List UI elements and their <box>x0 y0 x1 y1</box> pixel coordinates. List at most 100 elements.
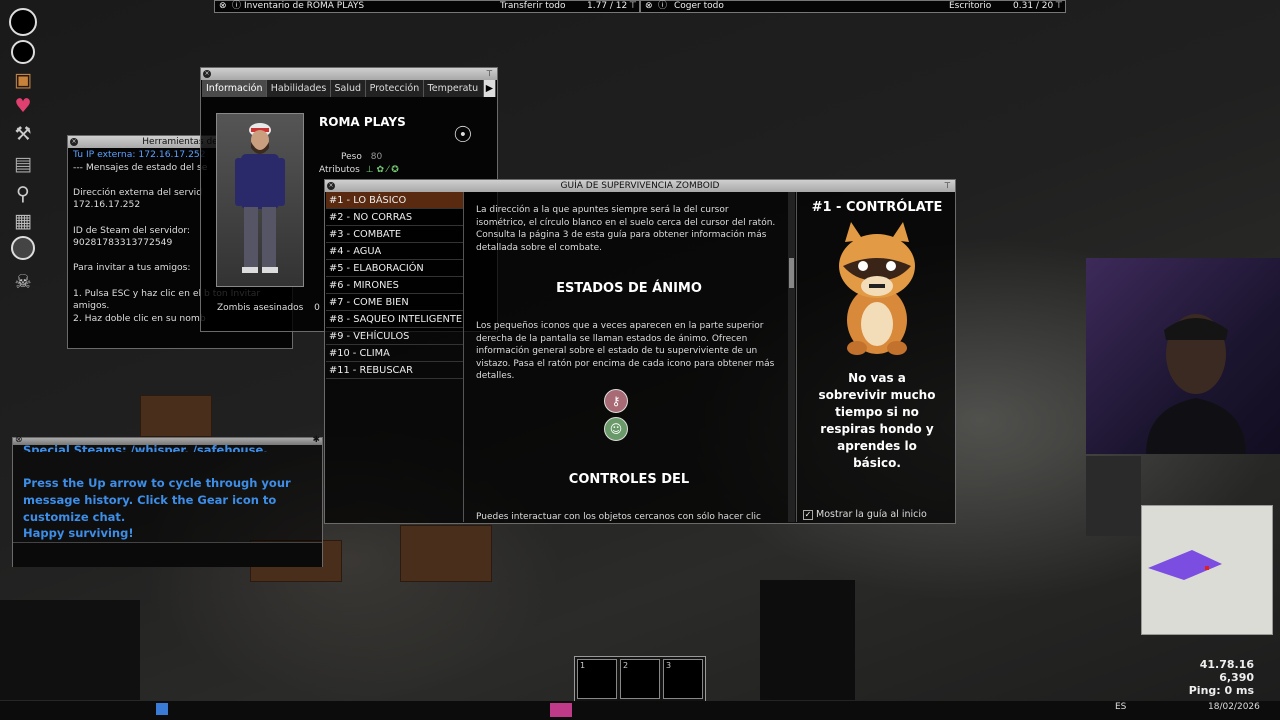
section-text-moodles: Los pequeños iconos que a veces aparecen… <box>476 321 775 381</box>
guide-chapter-list: #1 - LO BÁSICO #2 - NO CORRAS #3 - COMBA… <box>326 192 464 522</box>
section-title-moodles: ESTADOS DE ÁNIMO <box>556 281 702 296</box>
health-status-icon[interactable] <box>9 8 37 36</box>
pin-icon[interactable]: ⊤ <box>486 68 493 80</box>
weight-label: Peso <box>341 152 362 162</box>
checkbox-checked-icon[interactable]: ✓ <box>803 510 813 520</box>
hunger-moodle-icon: ⚷ <box>604 389 628 413</box>
map-icon[interactable]: ▦ <box>9 207 37 235</box>
section-title-controls: CONTROLES DEL <box>568 472 690 487</box>
crafting-tools-icon[interactable]: ⚒ <box>9 120 37 148</box>
tab-salud[interactable]: Salud <box>330 80 366 97</box>
guide-chapter-5[interactable]: #5 - ELABORACIÓN <box>326 260 463 277</box>
kills-value: 0 <box>314 303 320 313</box>
chat-line: Happy surviving! <box>23 526 134 540</box>
close-icon[interactable]: ⊗ <box>219 1 227 12</box>
admin-icon[interactable] <box>11 236 35 260</box>
kills-label: Zombis asesinados <box>217 303 304 313</box>
ping: Ping: 0 ms <box>1188 684 1254 697</box>
chat-panel[interactable]: ⊗ ✱ Special Steams: /whisper, /safehouse… <box>12 435 323 567</box>
hotbar-slot-number: 1 <box>580 661 586 670</box>
coords-readout: 41.78.16 6,390 Ping: 0 ms <box>1189 658 1254 697</box>
guide-chapter-9[interactable]: #9 - VEHÍCULOS <box>326 328 463 345</box>
guide-chapter-3[interactable]: #3 - COMBATE <box>326 226 463 243</box>
heart-icon[interactable]: ♥ <box>9 92 37 120</box>
guide-chapter-4[interactable]: #4 - AGUA <box>326 243 463 260</box>
pin-icon[interactable]: ⊤ <box>1055 1 1063 12</box>
tab-temperatura[interactable]: Temperatu <box>423 80 484 97</box>
guide-chapter-10[interactable]: #10 - CLIMA <box>326 345 463 362</box>
inventory-box-icon[interactable]: ▣ <box>9 66 37 94</box>
character-name: ROMA PLAYS <box>319 115 406 129</box>
status-circle-icon[interactable] <box>11 40 35 64</box>
guide-chapter-1[interactable]: #1 - LO BÁSICO <box>326 192 463 209</box>
hotbar-slot-3[interactable]: 3 <box>663 659 703 699</box>
show-on-start-label: Mostrar la guía al inicio <box>816 509 927 520</box>
inventory-weight: 1.77 / 12 <box>587 1 628 11</box>
scrollbar-thumb[interactable] <box>789 258 794 288</box>
show-on-start-option[interactable]: ✓ Mostrar la guía al inicio <box>803 509 927 520</box>
close-icon[interactable]: ⊗ <box>645 1 653 12</box>
guide-chapter-8[interactable]: #8 - SAQUEO INTELIGENTE <box>326 311 463 328</box>
windows-start-icon[interactable] <box>156 703 168 715</box>
guide-chapter-11[interactable]: #11 - REBUSCAR <box>326 362 463 379</box>
guide-title: GUÍA DE SUPERVIVENCIA ZOMBOID <box>560 181 720 191</box>
tab-scroll-right-icon[interactable]: ▶ <box>483 80 496 97</box>
hotbar-slot-2[interactable]: 2 <box>620 659 660 699</box>
character-titlebar[interactable]: × ⊤ <box>201 68 497 80</box>
pin-icon[interactable]: ⊤ <box>944 180 951 192</box>
guide-chapter-6[interactable]: #6 - MIRONES <box>326 277 463 294</box>
minimap-canvas <box>1148 550 1222 580</box>
hotbar-slot-number: 3 <box>666 661 672 670</box>
world-object <box>1086 456 1141 536</box>
pin-icon[interactable]: ⊤ <box>629 1 637 12</box>
close-icon[interactable]: × <box>203 70 211 78</box>
guide-sidebar: #1 - CONTRÓLATE No vas a sobrevivir much… <box>796 192 957 522</box>
webcam-overlay <box>1086 258 1280 454</box>
attributes-label: Atributos <box>319 165 360 175</box>
loot-all-button[interactable]: Coger todo <box>674 1 724 12</box>
guide-scrollbar[interactable] <box>788 192 795 522</box>
weight-value: 80 <box>370 152 383 162</box>
tab-proteccion[interactable]: Protección <box>365 80 424 97</box>
container-name: Escritorio <box>949 1 992 11</box>
world-crate <box>400 525 492 582</box>
tab-habilidades[interactable]: Habilidades <box>266 80 331 97</box>
taskbar-date: 18/02/2026 <box>1208 702 1260 712</box>
survival-guide-panel[interactable]: × GUÍA DE SUPERVIVENCIA ZOMBOID ⊤ #1 - L… <box>324 179 956 524</box>
search-icon[interactable]: ⚲ <box>9 180 37 208</box>
info-icon[interactable]: ⓘ <box>232 1 241 12</box>
minimap[interactable] <box>1141 505 1273 635</box>
loot-bar[interactable]: ⊗ ⓘ Coger todo Escritorio 0.31 / 20 ⊤ <box>640 0 1066 13</box>
coord-secondary: 6,390 <box>1219 671 1254 684</box>
language-indicator[interactable]: ES <box>1115 702 1126 712</box>
skull-icon[interactable]: ☠ <box>9 268 37 296</box>
survivor-avatar-icon <box>235 123 285 273</box>
guide-content[interactable]: La dirección a la que apuntes siempre se… <box>464 192 784 522</box>
side-title: #1 - CONTRÓLATE <box>811 200 943 215</box>
chat-input[interactable] <box>13 542 322 567</box>
trait-icons: ⊥ ✿ ⁄ ✪ <box>365 165 399 175</box>
taskbar-app-icon[interactable] <box>550 703 572 717</box>
world-wall <box>0 600 140 700</box>
hotbar-slot-1[interactable]: 1 <box>577 659 617 699</box>
fingerprint-icon: ☉ <box>453 123 473 148</box>
transfer-all-button[interactable]: Transferir todo <box>500 1 566 12</box>
tab-informacion[interactable]: Información <box>202 80 267 97</box>
world-object <box>760 580 855 700</box>
guide-chapter-7[interactable]: #7 - COME BIEN <box>326 294 463 311</box>
hotbar-slot-number: 2 <box>623 661 629 670</box>
container-weight: 0.31 / 20 <box>1013 1 1054 11</box>
section-text-controls: Puedes interactuar con los objetos cerca… <box>476 512 761 522</box>
guide-titlebar[interactable]: × GUÍA DE SUPERVIVENCIA ZOMBOID ⊤ <box>325 180 955 192</box>
character-tabs: Información Habilidades Salud Protección… <box>202 80 496 97</box>
guide-chapter-2[interactable]: #2 - NO CORRAS <box>326 209 463 226</box>
furniture-icon[interactable]: ▤ <box>9 150 37 178</box>
chat-line: Special Steams: /whisper, /safehouse, /f… <box>23 443 268 452</box>
info-icon[interactable]: ⓘ <box>658 1 667 12</box>
taskbar: ES 18/02/2026 <box>0 701 1280 720</box>
happy-moodle-icon: ☺ <box>604 417 628 441</box>
inventory-bar[interactable]: ⊗ ⓘ Inventario de ROMA PLAYS Transferir … <box>214 0 640 13</box>
guide-intro-text: La dirección a la que apuntes siempre se… <box>476 205 776 253</box>
close-icon[interactable]: ⊗ <box>15 435 23 445</box>
character-portrait <box>216 113 304 287</box>
